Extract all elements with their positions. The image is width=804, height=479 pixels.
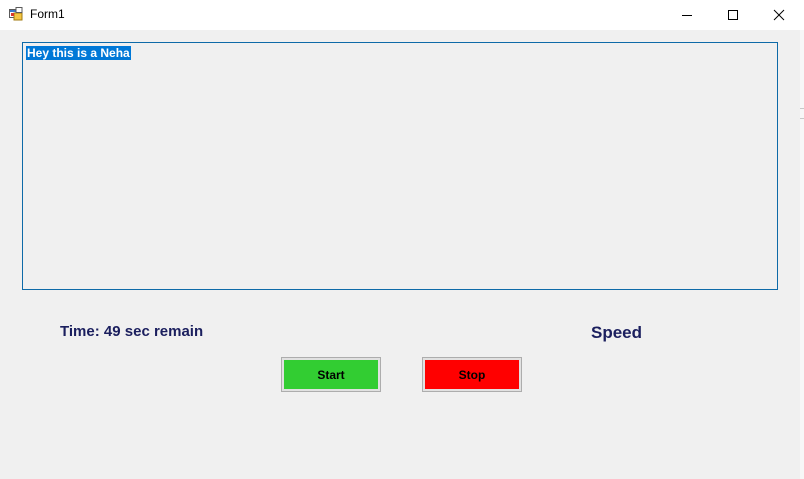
window-edge (800, 30, 804, 479)
maximize-icon (728, 10, 738, 20)
title-bar[interactable]: Form1 (0, 0, 804, 30)
windows-form-icon (9, 7, 23, 21)
speed-label: Speed (591, 323, 643, 342)
start-button-label: Start (284, 360, 378, 389)
minimize-button[interactable] (664, 0, 710, 30)
minimize-icon (682, 15, 692, 16)
window-title: Form1 (30, 7, 65, 21)
selected-text: Hey this is a Neha (26, 46, 131, 60)
close-button[interactable] (756, 0, 802, 30)
time-remaining-label: Time: 49 sec remain (60, 323, 204, 340)
stop-button[interactable]: Stop (422, 357, 522, 392)
stop-button-label: Stop (425, 360, 519, 389)
close-icon (773, 9, 785, 21)
start-button[interactable]: Start (281, 357, 381, 392)
form1-window: Form1 Hey this is a Neha Time: 49 sec re… (0, 0, 804, 479)
typing-textbox[interactable]: Hey this is a Neha (22, 42, 778, 290)
maximize-button[interactable] (710, 0, 756, 30)
